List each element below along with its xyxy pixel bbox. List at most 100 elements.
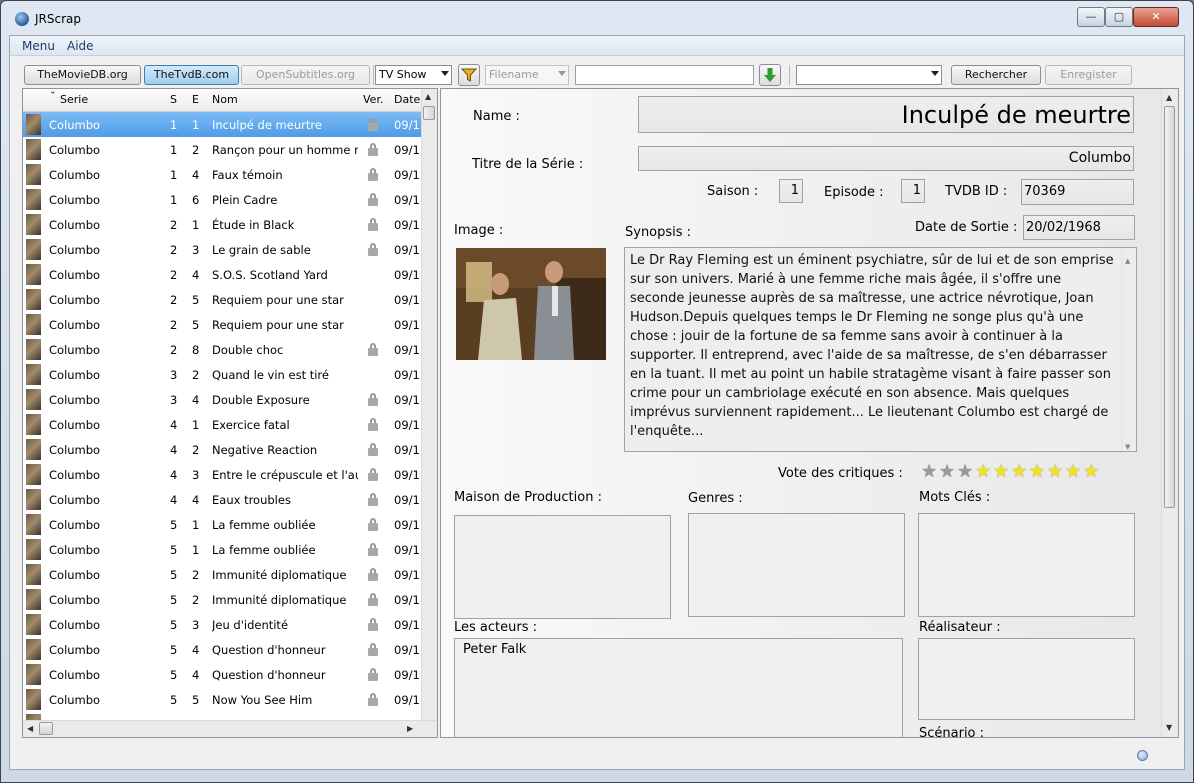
- rating-star-icon[interactable]: ★: [957, 463, 973, 481]
- director-list[interactable]: [918, 638, 1135, 720]
- list-row[interactable]: Columbo 1 4 Faux témoin 09/1: [23, 162, 423, 187]
- list-row[interactable]: Columbo 4 4 Eaux troubles 09/1: [23, 487, 423, 512]
- row-serie: Columbo: [49, 343, 101, 357]
- row-episode: 2: [192, 143, 200, 157]
- tvdb-id-field[interactable]: 70369: [1021, 179, 1134, 205]
- menu-menu[interactable]: Menu: [22, 39, 55, 53]
- series-title-field[interactable]: Columbo: [638, 146, 1134, 171]
- rating-star-icon[interactable]: ★: [1029, 463, 1045, 481]
- tvdb-button[interactable]: TheTvdB.com: [144, 65, 239, 85]
- scroll-thumb[interactable]: [423, 106, 435, 120]
- scroll-up-icon[interactable]: ▲: [1166, 93, 1172, 102]
- row-date: 09/1: [394, 343, 420, 357]
- maximize-button[interactable]: ▢: [1105, 7, 1133, 27]
- row-season: 2: [170, 318, 178, 332]
- list-row[interactable]: Columbo 2 1 Étude in Black 09/1: [23, 212, 423, 237]
- menu-aide[interactable]: Aide: [67, 39, 94, 53]
- filter-field-select[interactable]: Filename: [485, 65, 569, 85]
- rating-star-icon[interactable]: ★: [1011, 463, 1027, 481]
- scroll-up-icon[interactable]: ▲: [1125, 252, 1130, 271]
- synopsis-scrollbar[interactable]: ▲ ▼: [1121, 248, 1136, 451]
- list-vertical-scrollbar[interactable]: ▲: [421, 89, 437, 722]
- episode-image[interactable]: [456, 248, 606, 360]
- genres-list[interactable]: [688, 513, 905, 617]
- header-nom[interactable]: Nom: [212, 93, 238, 106]
- opensubtitles-button[interactable]: OpenSubtitles.org: [241, 65, 370, 85]
- synopsis-text[interactable]: Le Dr Ray Fleming est un éminent psychia…: [624, 247, 1137, 452]
- row-season: 3: [170, 393, 178, 407]
- scroll-thumb[interactable]: [1164, 106, 1175, 508]
- search-button[interactable]: Rechercher: [951, 65, 1041, 85]
- list-row[interactable]: Columbo 3 2 Quand le vin est tiré 09/1: [23, 362, 423, 387]
- download-button[interactable]: [759, 64, 781, 86]
- list-horizontal-scrollbar[interactable]: ◀ ▶: [23, 720, 437, 737]
- header-ver[interactable]: Ver.: [363, 93, 383, 106]
- list-row[interactable]: Columbo 2 8 Double choc 09/1: [23, 337, 423, 362]
- rating-star-icon[interactable]: ★: [1047, 463, 1063, 481]
- episode-thumbnail: [26, 514, 41, 535]
- save-button[interactable]: Enregister: [1045, 65, 1132, 85]
- chevron-down-icon: [931, 71, 939, 76]
- list-row[interactable]: Columbo 5 4 Question d'honneur 09/1: [23, 662, 423, 687]
- list-row[interactable]: Columbo 2 5 Requiem pour une star 09/1: [23, 312, 423, 337]
- list-row[interactable]: Columbo 5 3 Jeu d'identité 09/1: [23, 612, 423, 637]
- media-type-select[interactable]: TV Show: [375, 65, 452, 85]
- production-list[interactable]: [454, 515, 671, 619]
- rating-star-icon[interactable]: ★: [921, 463, 937, 481]
- list-row[interactable]: Columbo 2 5 Requiem pour une star 09/1: [23, 287, 423, 312]
- header-e[interactable]: E: [192, 93, 199, 106]
- toolbar-separator: [789, 65, 790, 85]
- list-row[interactable]: Columbo 1 6 Plein Cadre 09/1: [23, 187, 423, 212]
- lock-icon: [368, 218, 378, 231]
- rating-star-icon[interactable]: ★: [939, 463, 955, 481]
- list-row[interactable]: Columbo 4 2 Negative Reaction 09/1: [23, 437, 423, 462]
- scroll-thumb[interactable]: [39, 722, 53, 735]
- title-bar[interactable]: JRScrap — ▢ ✕: [1, 1, 1193, 35]
- filter-button[interactable]: [458, 64, 480, 86]
- episode-field[interactable]: 1: [901, 179, 925, 203]
- scroll-left-icon[interactable]: ◀: [27, 724, 33, 733]
- close-button[interactable]: ✕: [1133, 7, 1179, 27]
- episode-list[interactable]: ˇ Serie S E Nom Ver. Date Columbo 1 1 Incul…: [22, 88, 438, 738]
- list-row[interactable]: Columbo 5 2 Immunité diplomatique 09/1: [23, 587, 423, 612]
- scroll-down-icon[interactable]: ▼: [1125, 438, 1130, 451]
- list-row[interactable]: Columbo 43 Entre le crépuscule et l'aube 09…: [23, 462, 423, 487]
- list-row[interactable]: Columbo 2 4 S.O.S. Scotland Yard 09/1: [23, 262, 423, 287]
- list-row[interactable]: Columbo 4 1 Exercice fatal 09/1: [23, 412, 423, 437]
- row-season: 1: [170, 193, 178, 207]
- list-row[interactable]: Columbo 5 2 Immunité diplomatique 09/1: [23, 562, 423, 587]
- rating-star-icon[interactable]: ★: [1083, 463, 1099, 481]
- row-serie: Columbo: [49, 593, 101, 607]
- list-row[interactable]: Columbo 5 1 La femme oubliée 09/1: [23, 537, 423, 562]
- actors-list[interactable]: Peter Falk: [454, 638, 903, 737]
- row-serie: Columbo: [49, 193, 101, 207]
- scroll-right-icon[interactable]: ▶: [407, 724, 413, 733]
- episode-label: Episode :: [824, 185, 884, 200]
- list-row[interactable]: Columbo 5 5 Now You See Him 09/1: [23, 687, 423, 712]
- minimize-button[interactable]: —: [1077, 7, 1105, 27]
- search-input[interactable]: [575, 65, 754, 85]
- list-row[interactable]: Columbo 1 1 Inculpé de meurtre 09/1: [23, 112, 423, 137]
- list-row[interactable]: Columbo 2 3 Le grain de sable 09/1: [23, 237, 423, 262]
- detail-vertical-scrollbar[interactable]: ▲ ▼: [1161, 89, 1178, 737]
- name-field[interactable]: Inculpé de meurtre: [638, 96, 1134, 133]
- list-row[interactable]: Columbo 12 Rançon pour un homme mort 09/1: [23, 137, 423, 162]
- row-date: 09/1: [394, 118, 420, 132]
- list-row[interactable]: Columbo 3 4 Double Exposure 09/1: [23, 387, 423, 412]
- season-field[interactable]: 1: [779, 179, 803, 203]
- release-date-field[interactable]: 20/02/1968: [1023, 215, 1135, 240]
- keywords-list[interactable]: [918, 513, 1135, 617]
- header-serie[interactable]: Serie: [60, 93, 88, 106]
- scroll-down-icon[interactable]: ▼: [1166, 723, 1172, 732]
- list-row[interactable]: Columbo 5 4 Question d'honneur 09/1: [23, 637, 423, 662]
- search-results-select[interactable]: [796, 65, 942, 85]
- client-area: Menu Aide TheMovieDB.org TheTvdB.com Ope…: [9, 35, 1185, 770]
- scroll-up-icon[interactable]: ▲: [425, 92, 431, 101]
- header-date[interactable]: Date: [394, 93, 420, 106]
- list-row[interactable]: Columbo 5 1 La femme oubliée 09/1: [23, 512, 423, 537]
- header-s[interactable]: S: [170, 93, 177, 106]
- rating-star-icon[interactable]: ★: [975, 463, 991, 481]
- tmdb-button[interactable]: TheMovieDB.org: [24, 65, 141, 85]
- rating-star-icon[interactable]: ★: [1065, 463, 1081, 481]
- rating-star-icon[interactable]: ★: [993, 463, 1009, 481]
